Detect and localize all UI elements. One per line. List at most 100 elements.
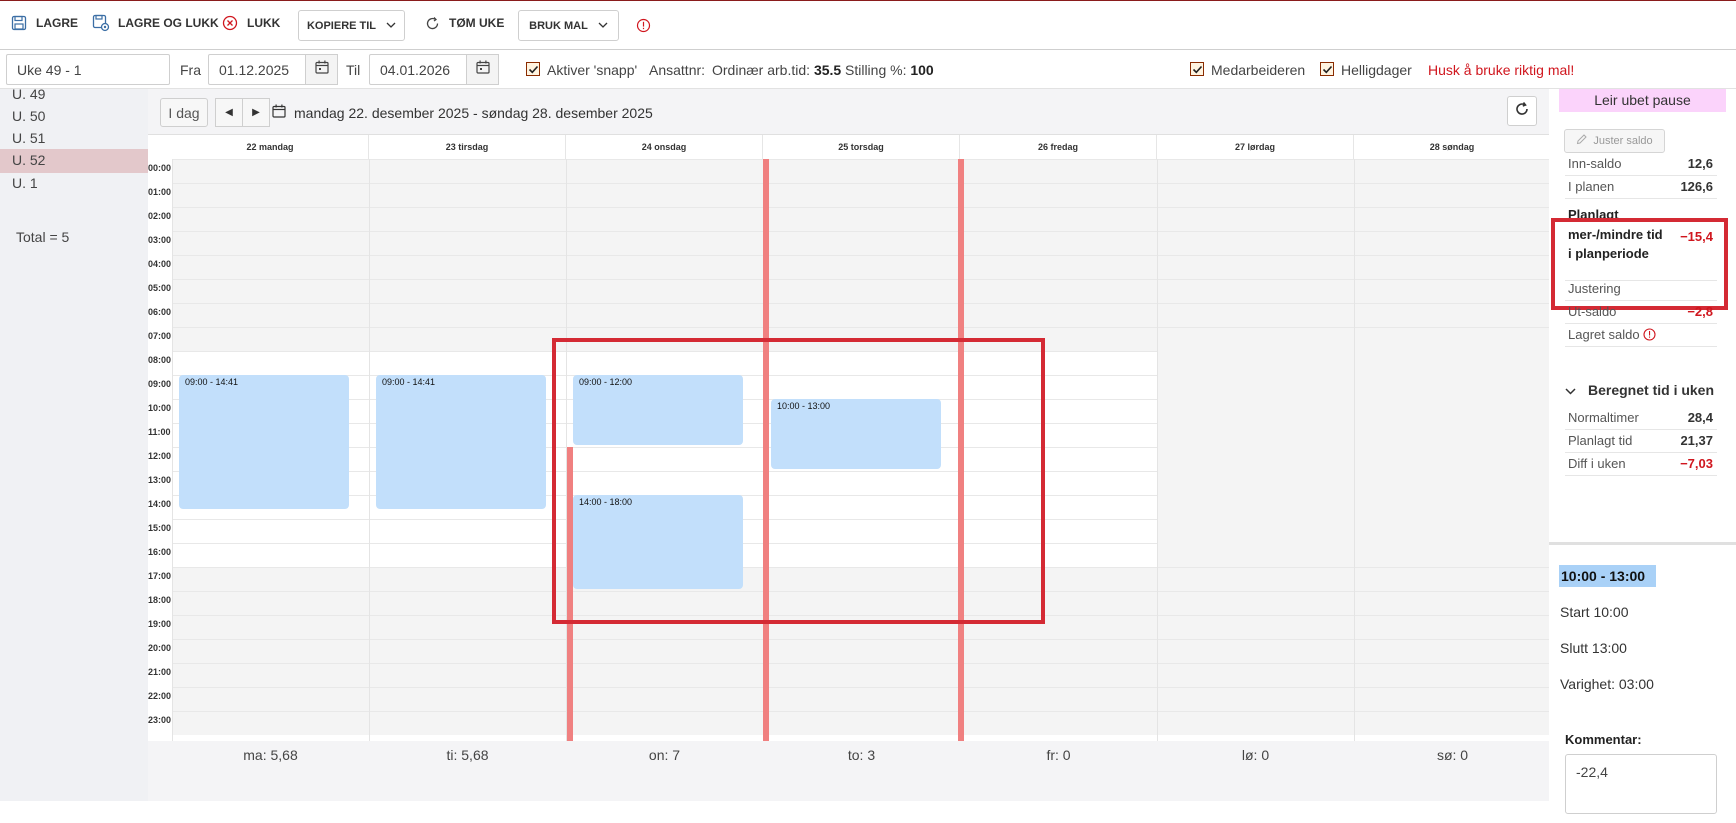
week-item-52[interactable]: U. 52 — [0, 149, 148, 173]
hour-label: 04:00 — [148, 259, 172, 269]
chevron-down-icon — [386, 20, 396, 32]
selected-shift-start: Start 10:00 — [1560, 604, 1629, 620]
hour-label: 13:00 — [148, 475, 172, 485]
template-warning: Husk å bruke riktig mal! — [1428, 62, 1575, 78]
justering-label: Justering — [1568, 281, 1621, 296]
row-justering: Justering — [1565, 276, 1717, 301]
triangle-left-icon: ◀ — [225, 107, 233, 118]
normaltimer-label: Normaltimer — [1568, 410, 1639, 425]
diff-i-uken-value: −7,03 — [1680, 456, 1713, 471]
calendar-icon — [272, 104, 286, 121]
save-and-close-button[interactable]: LAGRE OG LUKK — [92, 14, 219, 32]
day-divider — [172, 159, 173, 741]
next-week-button[interactable]: ▶ — [242, 98, 270, 127]
week-item-51[interactable]: U. 51 — [0, 127, 148, 151]
floppy-disk-gear-icon — [92, 14, 110, 32]
computed-section-toggle[interactable]: Beregnet tid i uken — [1565, 382, 1714, 398]
planlagt-tid-label: Planlagt tid — [1568, 433, 1633, 448]
day-header: 28 søndag — [1354, 135, 1551, 159]
right-panel: Leir ubet pause Juster saldo Inn-saldo 1… — [1549, 89, 1736, 823]
save-button[interactable]: LAGRE — [10, 14, 78, 32]
close-label: LUKK — [247, 16, 281, 30]
hour-row[interactable] — [172, 183, 1549, 207]
date-range: mandag 22. desember 2025 - søndag 28. de… — [272, 104, 653, 121]
employee-number-label: Ansattnr: — [649, 62, 706, 78]
day-header: 23 tirsdag — [369, 135, 566, 159]
week-item-50[interactable]: U. 50 — [0, 105, 148, 129]
to-date-input[interactable]: 04.01.2026 — [369, 54, 468, 85]
chevron-down-icon — [1565, 382, 1576, 398]
info-icon[interactable] — [1643, 328, 1656, 344]
ordinary-hours-value: 35.5 — [813, 62, 842, 78]
copy-to-label: KOPIERE TIL — [306, 19, 377, 32]
hour-label: 22:00 — [148, 691, 172, 701]
day-divider — [1157, 159, 1158, 741]
hour-row[interactable] — [172, 279, 1549, 303]
adjust-balance-button[interactable]: Juster saldo — [1564, 129, 1665, 153]
hour-label: 05:00 — [148, 283, 172, 293]
holidays-label: Helligdager — [1341, 62, 1412, 78]
row-i-planen: I planen 126,6 — [1565, 174, 1717, 199]
clear-week-label: TØM UKE — [449, 16, 505, 30]
snap-label: Aktiver 'snapp' — [547, 62, 638, 78]
toolbar: LAGRE LAGRE OG LUKK LUKK KOPIERE TIL TØM… — [0, 0, 1736, 50]
week-list: U. 49 U. 50 U. 51 U. 52 U. 1 Total = 5 — [0, 86, 148, 801]
hour-row[interactable] — [172, 231, 1549, 255]
week-total: Total = 5 — [16, 229, 70, 245]
week-select[interactable]: Uke 49 - 1 — [6, 54, 170, 85]
hour-label: 19:00 — [148, 619, 172, 629]
hour-row[interactable] — [172, 687, 1549, 711]
refresh-calendar-button[interactable] — [1507, 96, 1537, 126]
hour-label: 23:00 — [148, 715, 172, 725]
hour-row[interactable] — [172, 207, 1549, 231]
clear-week-button[interactable]: TØM UKE — [423, 14, 504, 32]
day-divider — [369, 159, 370, 741]
hour-label: 15:00 — [148, 523, 172, 533]
hour-label: 01:00 — [148, 187, 172, 197]
ut-saldo-value: −2,8 — [1687, 304, 1713, 319]
warning-icon[interactable] — [634, 16, 652, 34]
hour-row[interactable] — [172, 663, 1549, 687]
daily-sum: sø: 0 — [1436, 747, 1469, 763]
save-and-close-label: LAGRE OG LUKK — [118, 16, 219, 30]
row-normaltimer: Normaltimer 28,4 — [1565, 405, 1717, 430]
day-header: 22 mandag — [172, 135, 369, 159]
week-item-49[interactable]: U. 49 — [0, 83, 148, 107]
snap-checkbox[interactable] — [526, 62, 540, 76]
copy-to-dropdown[interactable]: KOPIERE TIL — [298, 10, 405, 41]
to-date-picker-button[interactable] — [466, 54, 499, 85]
app-root: LAGRE LAGRE OG LUKK LUKK KOPIERE TIL TØM… — [0, 0, 1736, 823]
use-template-dropdown[interactable]: BRUK MAL — [518, 10, 619, 41]
day-header: 26 fredag — [960, 135, 1157, 159]
row-inn-saldo: Inn-saldo 12,6 — [1565, 151, 1717, 176]
hour-row[interactable] — [172, 255, 1549, 279]
prev-week-button[interactable]: ◀ — [215, 98, 243, 127]
hour-row[interactable] — [172, 711, 1549, 735]
hour-label: 10:00 — [148, 403, 172, 413]
shift-event[interactable]: 09:00 - 14:41 — [376, 375, 546, 510]
calendar-icon — [314, 60, 329, 79]
row-ut-saldo: Ut-saldo −2,8 — [1565, 299, 1717, 324]
day-header: 27 lørdag — [1157, 135, 1354, 159]
from-date-input[interactable]: 01.12.2025 — [208, 54, 307, 85]
triangle-right-icon: ▶ — [252, 107, 260, 118]
hour-row[interactable] — [172, 159, 1549, 183]
day-header: 25 torsdag — [763, 135, 960, 159]
hour-label: 12:00 — [148, 451, 172, 461]
week-item-1[interactable]: U. 1 — [0, 172, 148, 196]
hour-row[interactable] — [172, 303, 1549, 327]
hour-label: 20:00 — [148, 643, 172, 653]
comment-textarea[interactable]: -22,4 — [1565, 754, 1717, 814]
from-date-picker-button[interactable] — [305, 54, 338, 85]
daily-sum: fr: 0 — [1046, 747, 1071, 763]
hour-label: 08:00 — [148, 355, 172, 365]
today-button[interactable]: I dag — [160, 98, 208, 127]
close-button[interactable]: LUKK — [221, 14, 280, 32]
refresh-icon — [423, 14, 441, 32]
hour-row[interactable] — [172, 639, 1549, 663]
day-divider — [1354, 159, 1355, 741]
employee-checkbox[interactable] — [1190, 62, 1204, 76]
holidays-checkbox[interactable] — [1320, 62, 1334, 76]
shift-event[interactable]: 09:00 - 14:41 — [179, 375, 349, 510]
date-range-text: mandag 22. desember 2025 - søndag 28. de… — [294, 104, 653, 121]
